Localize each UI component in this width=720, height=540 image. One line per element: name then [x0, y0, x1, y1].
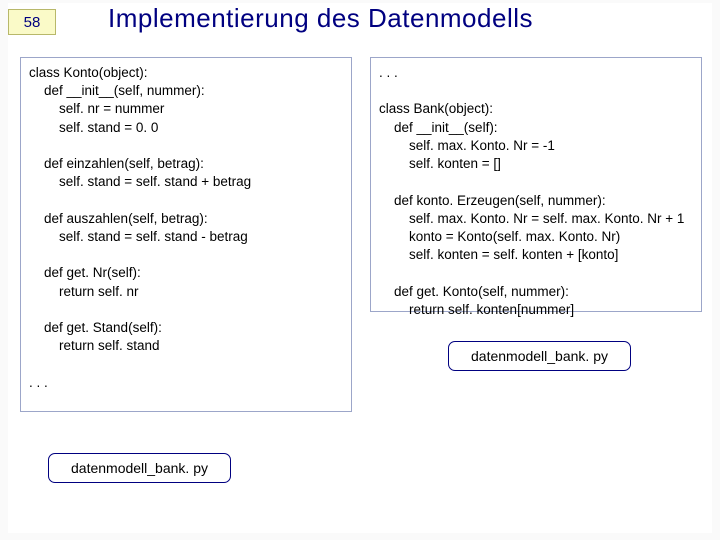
slide-title: Implementierung des Datenmodells — [108, 3, 533, 34]
code-box-bank: . . . class Bank(object): def __init__(s… — [370, 57, 702, 312]
file-label-left: datenmodell_bank. py — [48, 453, 231, 483]
page-number-badge: 58 — [8, 9, 56, 35]
slide-header: 58 Implementierung des Datenmodells — [8, 3, 712, 47]
file-label-right: datenmodell_bank. py — [448, 341, 631, 371]
code-box-konto: class Konto(object): def __init__(self, … — [20, 57, 352, 412]
page-number: 58 — [24, 14, 41, 31]
slide: 58 Implementierung des Datenmodells clas… — [8, 3, 712, 533]
